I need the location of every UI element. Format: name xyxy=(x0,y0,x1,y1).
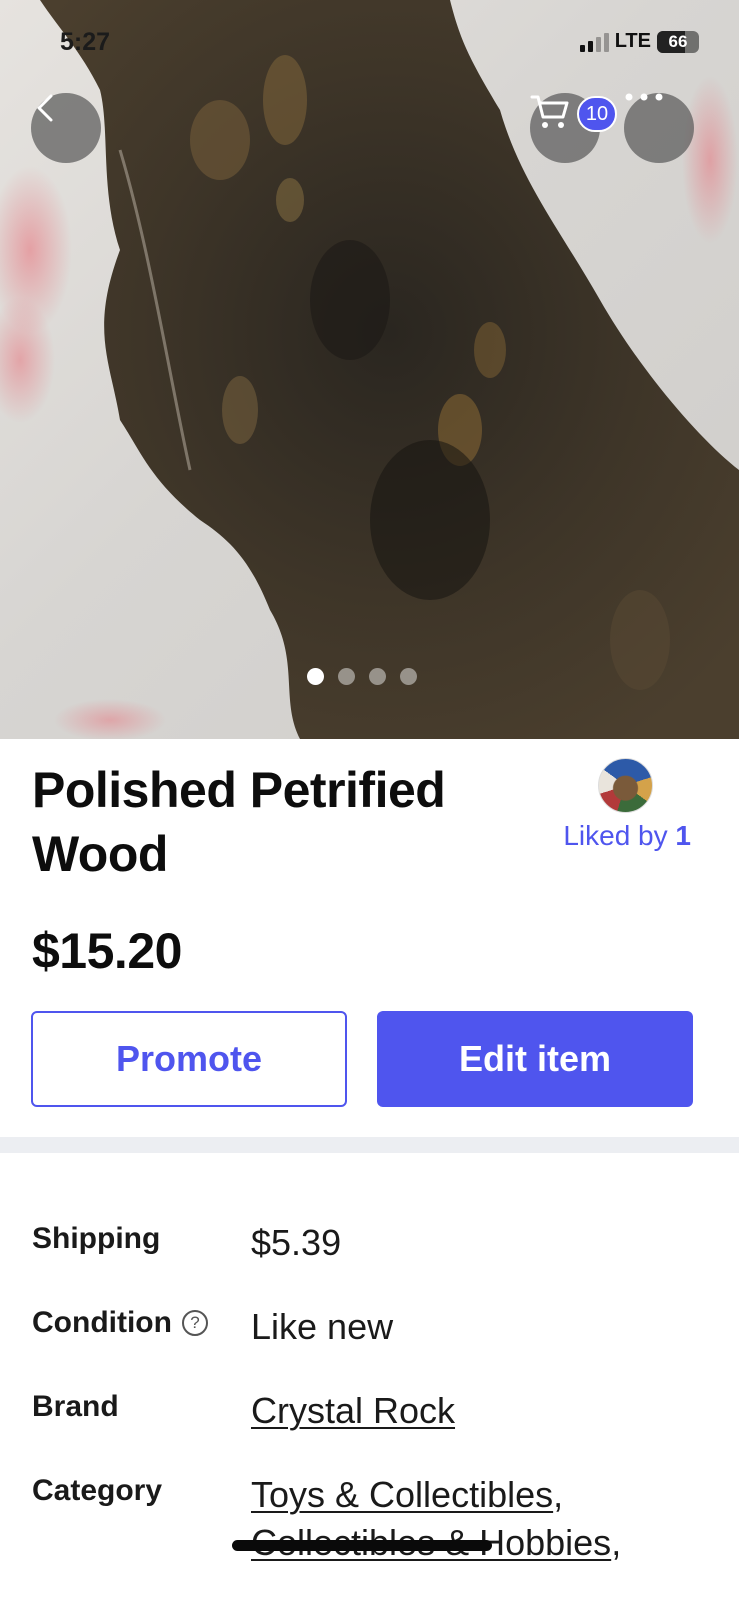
gallery-dot[interactable] xyxy=(368,668,386,685)
gallery-dot[interactable] xyxy=(306,668,324,685)
liker-avatar[interactable] xyxy=(598,758,653,813)
gallery-pagination xyxy=(0,668,731,685)
category-value-line-1: Toys & Collectibles, xyxy=(251,1474,563,1516)
markup-scribble xyxy=(232,1540,492,1551)
condition-label: Condition xyxy=(32,1306,172,1339)
section-divider xyxy=(0,1137,739,1153)
liked-by[interactable]: Liked by 1 xyxy=(563,820,691,852)
network-type: LTE xyxy=(614,30,651,52)
item-title: Polished Petrified Wood xyxy=(32,762,446,882)
condition-value: Like new xyxy=(251,1306,394,1347)
shipping-value: $5.39 xyxy=(251,1222,342,1263)
item-detail-screen: 5:27 LTE 66 10 Polished Petrified Wood L… xyxy=(0,0,739,1600)
signal-icon xyxy=(579,32,609,52)
liked-by-count: 1 xyxy=(675,820,691,851)
category-link-toys[interactable]: Toys & Collectibles xyxy=(251,1474,553,1515)
more-horizontal-icon xyxy=(625,93,663,101)
cart-count-badge: 10 xyxy=(577,96,617,132)
status-time: 5:27 xyxy=(60,28,111,56)
shipping-label: Shipping xyxy=(32,1222,161,1255)
product-photo[interactable]: 5:27 LTE 66 10 xyxy=(0,0,739,739)
cart-icon xyxy=(530,95,569,128)
gallery-dot[interactable] xyxy=(399,668,417,685)
brand-link[interactable]: Crystal Rock xyxy=(251,1390,455,1432)
category-separator: , xyxy=(553,1474,564,1515)
liked-by-label: Liked by xyxy=(563,820,668,851)
help-icon[interactable]: ? xyxy=(181,1310,208,1336)
category-label: Category xyxy=(32,1474,163,1507)
back-button[interactable] xyxy=(31,93,101,163)
edit-item-button[interactable]: Edit item xyxy=(377,1011,693,1107)
brand-label: Brand xyxy=(32,1390,119,1423)
battery-level: 66 xyxy=(668,31,688,51)
item-price: $15.20 xyxy=(32,923,182,979)
gallery-dot[interactable] xyxy=(337,668,355,685)
category-separator-2: , xyxy=(611,1522,622,1563)
chevron-left-icon xyxy=(37,94,53,122)
promote-button[interactable]: Promote xyxy=(31,1011,347,1107)
battery-icon: 66 xyxy=(657,30,699,53)
more-options-button[interactable] xyxy=(624,93,694,163)
status-indicators: LTE 66 xyxy=(579,30,699,53)
condition-row-label: Condition ? xyxy=(32,1306,208,1340)
